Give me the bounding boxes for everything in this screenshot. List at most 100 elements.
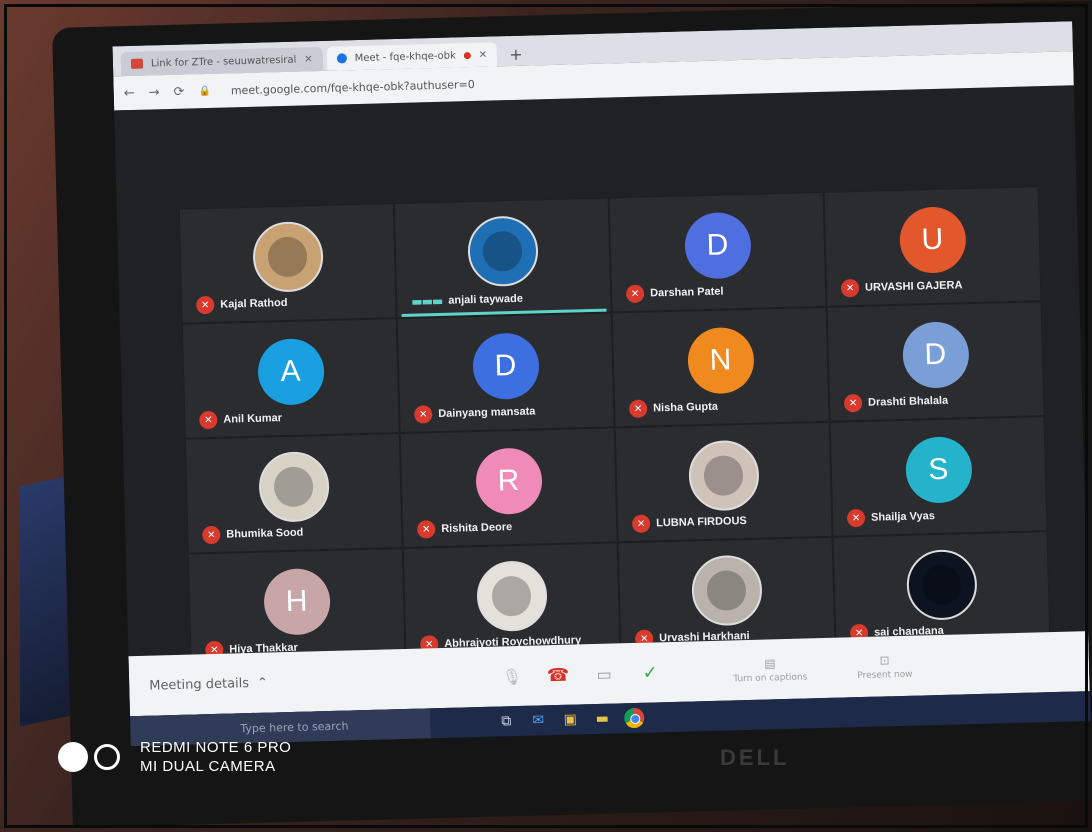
- participant-name-row: ✕ Nisha Gupta: [628, 398, 719, 419]
- new-tab-button[interactable]: +: [501, 41, 531, 66]
- present-icon: ⊡: [879, 652, 890, 668]
- check-icon: ✓: [642, 661, 658, 684]
- store-icon[interactable]: ▣: [554, 704, 587, 735]
- phone-icon: ☎: [546, 664, 570, 686]
- photo-placeholder: [267, 236, 308, 277]
- participant-tile[interactable]: D ✕ Drashti Bhalala: [826, 301, 1045, 422]
- mic-off-icon: ✕: [843, 393, 863, 413]
- participant-tile[interactable]: ✕ Bhumika Sood: [184, 433, 403, 554]
- photo-placeholder: [921, 564, 962, 605]
- avatar-photo: [251, 220, 324, 293]
- participant-name: LUBNA FIRDOUS: [656, 514, 747, 530]
- avatar-photo: [905, 548, 978, 621]
- participant-name: Nisha Gupta: [653, 400, 719, 415]
- avatar-letter: R: [497, 463, 520, 498]
- participant-tile[interactable]: D ✕ Darshan Patel: [608, 191, 827, 313]
- mail-icon[interactable]: ✉: [522, 705, 555, 736]
- participant-name-row: ✕ Darshan Patel: [625, 283, 724, 304]
- mic-button[interactable]: 🎙: [489, 653, 536, 700]
- back-icon[interactable]: ←: [124, 85, 135, 100]
- participant-name: Rishita Deore: [441, 521, 513, 535]
- participant-name-row: ✕ Anil Kumar: [199, 409, 283, 430]
- chevron-up-icon: ⌃: [256, 675, 269, 691]
- tab-label: Link for ZTre - seuuwatresiral: [150, 54, 297, 69]
- avatar-letter: D: [494, 348, 517, 383]
- gmail-icon: [130, 58, 144, 69]
- avatar-photo: [687, 439, 760, 512]
- participant-tile[interactable]: ✕ Kajal Rathod: [178, 203, 397, 324]
- photo-placeholder: [706, 569, 747, 611]
- lock-icon: 🔒: [198, 85, 212, 97]
- mic-off-icon: ✕: [202, 525, 221, 545]
- close-icon[interactable]: ✕: [479, 49, 488, 60]
- folder-icon[interactable]: ▬: [586, 703, 619, 734]
- camera-icon: ▭: [596, 664, 612, 684]
- avatar-letter: D: [706, 228, 729, 262]
- participant-tile[interactable]: R ✕ Rishita Deore: [399, 427, 618, 548]
- avatar-initial: U: [898, 205, 967, 274]
- participant-tile[interactable]: D ✕ Dainyang mansata: [396, 312, 615, 434]
- avatar-photo: [690, 554, 763, 627]
- photo-placeholder: [491, 575, 532, 617]
- meeting-details-label: Meeting details: [149, 675, 250, 694]
- participant-tile[interactable]: ✕ LUBNA FIRDOUS: [614, 421, 833, 543]
- avatar-letter: S: [927, 452, 949, 486]
- participant-name: Dainyang mansata: [438, 405, 536, 421]
- captions-button[interactable]: ▤ Turn on captions: [733, 655, 808, 684]
- mic-off-icon: ✕: [628, 399, 648, 419]
- captions-label: Turn on captions: [733, 671, 808, 684]
- avatar-photo: [475, 559, 548, 632]
- task-view-icon[interactable]: ⧉: [490, 706, 523, 737]
- participant-tile[interactable]: S ✕ Shailja Vyas: [829, 416, 1048, 537]
- watermark-line-2: MI DUAL CAMERA: [140, 758, 276, 775]
- photo-placeholder: [703, 454, 744, 496]
- participant-name: Darshan Patel: [649, 285, 724, 300]
- avatar-initial: A: [256, 337, 325, 406]
- monitor: Link for ZTre - seuuwatresiral ✕ Meet - …: [52, 0, 1092, 828]
- forward-icon[interactable]: →: [148, 85, 159, 100]
- participant-tile[interactable]: ▬▬▬ anjali taywade: [393, 197, 612, 319]
- camera-watermark: REDMI NOTE 6 PRO MI DUAL CAMERA: [58, 738, 291, 776]
- check-button[interactable]: ✓: [626, 649, 673, 696]
- participant-name: Anil Kumar: [223, 412, 283, 426]
- watermark-ring-icon: [94, 744, 120, 770]
- participant-name: Kajal Rathod: [220, 296, 288, 311]
- participant-name: Bhumika Sood: [226, 526, 304, 541]
- avatar-letter: D: [924, 337, 947, 371]
- participant-name-row: ✕ Kajal Rathod: [196, 294, 288, 315]
- participant-tile[interactable]: N ✕ Nisha Gupta: [611, 306, 830, 428]
- mic-off-icon: ✕: [199, 410, 218, 430]
- reload-icon[interactable]: ⟳: [173, 84, 184, 99]
- avatar-initial: R: [474, 447, 543, 515]
- camera-button[interactable]: ▭: [580, 650, 627, 697]
- participant-name-row: ✕ Drashti Bhalala: [843, 392, 949, 413]
- avatar-initial: S: [904, 435, 973, 504]
- chrome-icon[interactable]: [624, 707, 645, 729]
- avatar-initial: H: [262, 567, 331, 636]
- hangup-button[interactable]: ☎: [535, 651, 582, 698]
- participant-tile[interactable]: U ✕ URVASHI GAJERA: [823, 186, 1042, 307]
- participant-grid: ✕ Kajal Rathod ▬▬▬ anjali taywade D ✕ Darshan …: [178, 186, 1051, 669]
- participant-name-row: ✕ Rishita Deore: [417, 518, 513, 539]
- mic-icon: 🎙: [501, 666, 523, 686]
- mic-off-icon: ✕: [846, 508, 866, 528]
- mic-off-icon: ✕: [625, 284, 645, 304]
- captions-icon: ▤: [764, 655, 776, 671]
- search-placeholder: Type here to search: [240, 718, 349, 735]
- avatar-photo: [257, 450, 330, 523]
- meeting-details-button[interactable]: Meeting details ⌃: [149, 669, 489, 693]
- participant-tile[interactable]: A ✕ Anil Kumar: [181, 318, 400, 439]
- avatar-letter: U: [921, 222, 944, 257]
- avatar-letter: N: [709, 343, 732, 377]
- close-icon[interactable]: ✕: [304, 54, 313, 65]
- meet-icon: [336, 53, 347, 64]
- url-field[interactable]: meet.google.com/fqe-khqe-obk?authuser=0: [231, 77, 475, 96]
- participant-name-row: ✕ Bhumika Sood: [202, 524, 303, 545]
- avatar-photo: [466, 215, 539, 287]
- avatar-initial: D: [471, 332, 540, 400]
- participant-name-row: ▬▬▬ anjali taywade: [411, 292, 523, 309]
- avatar-initial: N: [686, 326, 755, 395]
- recording-icon: [463, 51, 471, 59]
- photo-scene: Link for ZTre - seuuwatresiral ✕ Meet - …: [0, 0, 1092, 832]
- present-button[interactable]: ⊡ Present now: [857, 652, 912, 681]
